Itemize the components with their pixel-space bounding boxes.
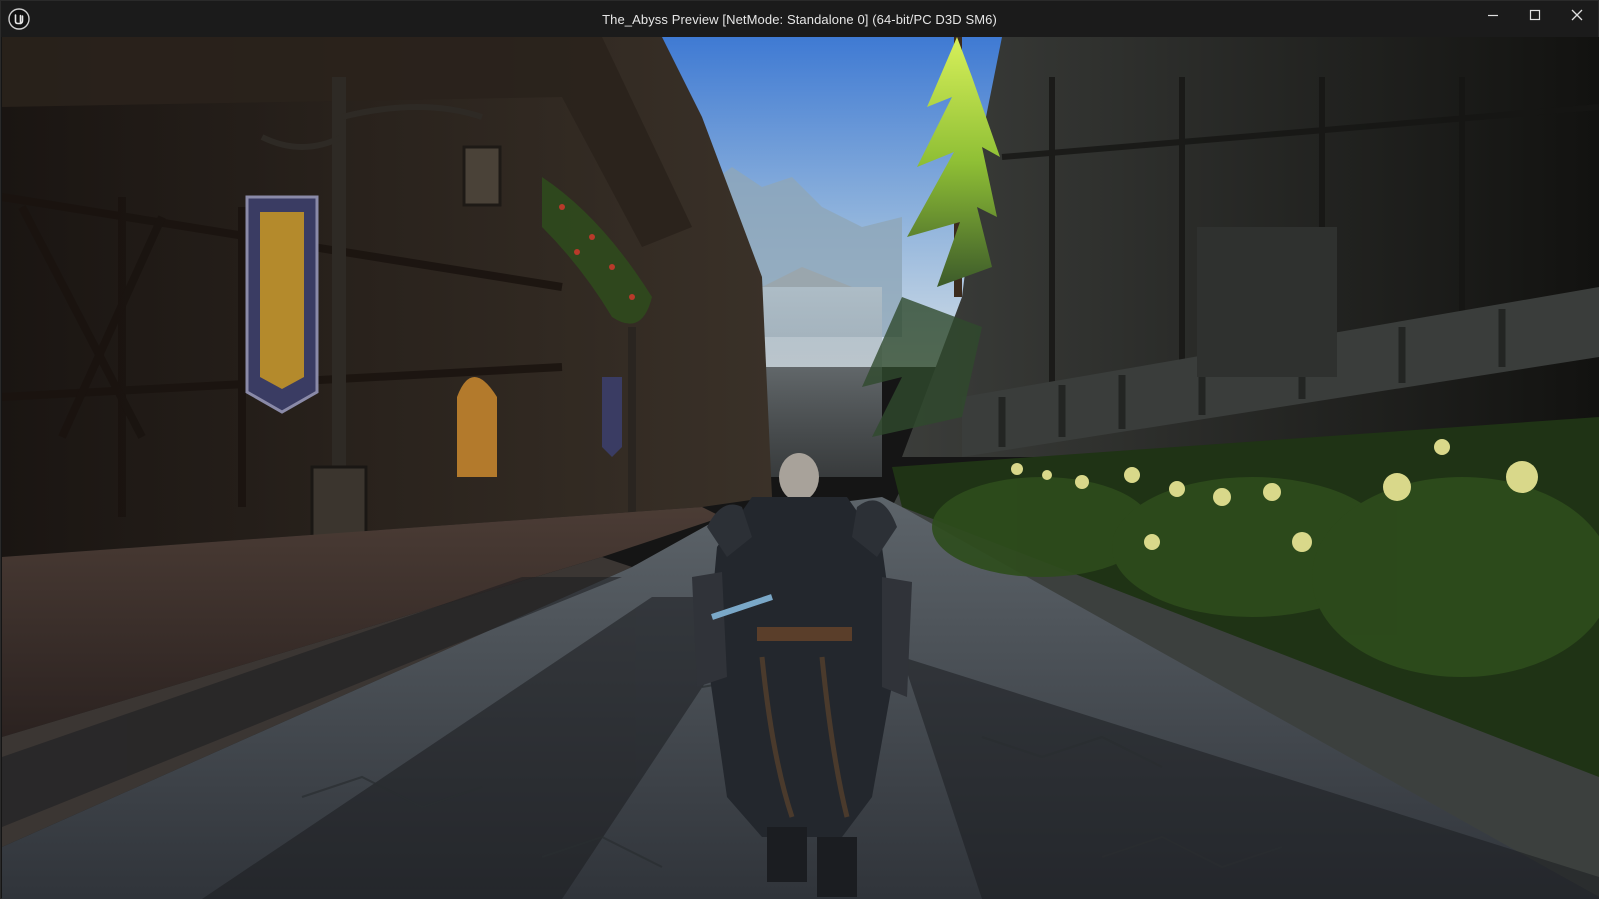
- title-bar[interactable]: The_Abyss Preview [NetMode: Standalone 0…: [1, 1, 1598, 37]
- maximize-icon: [1529, 9, 1541, 24]
- game-scene: [2, 37, 1599, 899]
- close-button[interactable]: [1556, 1, 1598, 31]
- game-viewport[interactable]: [2, 37, 1599, 899]
- window-title: The_Abyss Preview [NetMode: Standalone 0…: [602, 12, 997, 27]
- game-preview-window: The_Abyss Preview [NetMode: Standalone 0…: [0, 0, 1599, 899]
- arched-door: [457, 377, 497, 477]
- maximize-button[interactable]: [1514, 1, 1556, 31]
- minimize-icon: [1487, 9, 1499, 24]
- left-building: [2, 37, 772, 557]
- hanging-lantern: [462, 145, 502, 207]
- minimize-button[interactable]: [1472, 1, 1514, 31]
- window-controls: [1472, 1, 1598, 37]
- close-icon: [1571, 9, 1583, 24]
- stone-pillar: [1197, 227, 1337, 377]
